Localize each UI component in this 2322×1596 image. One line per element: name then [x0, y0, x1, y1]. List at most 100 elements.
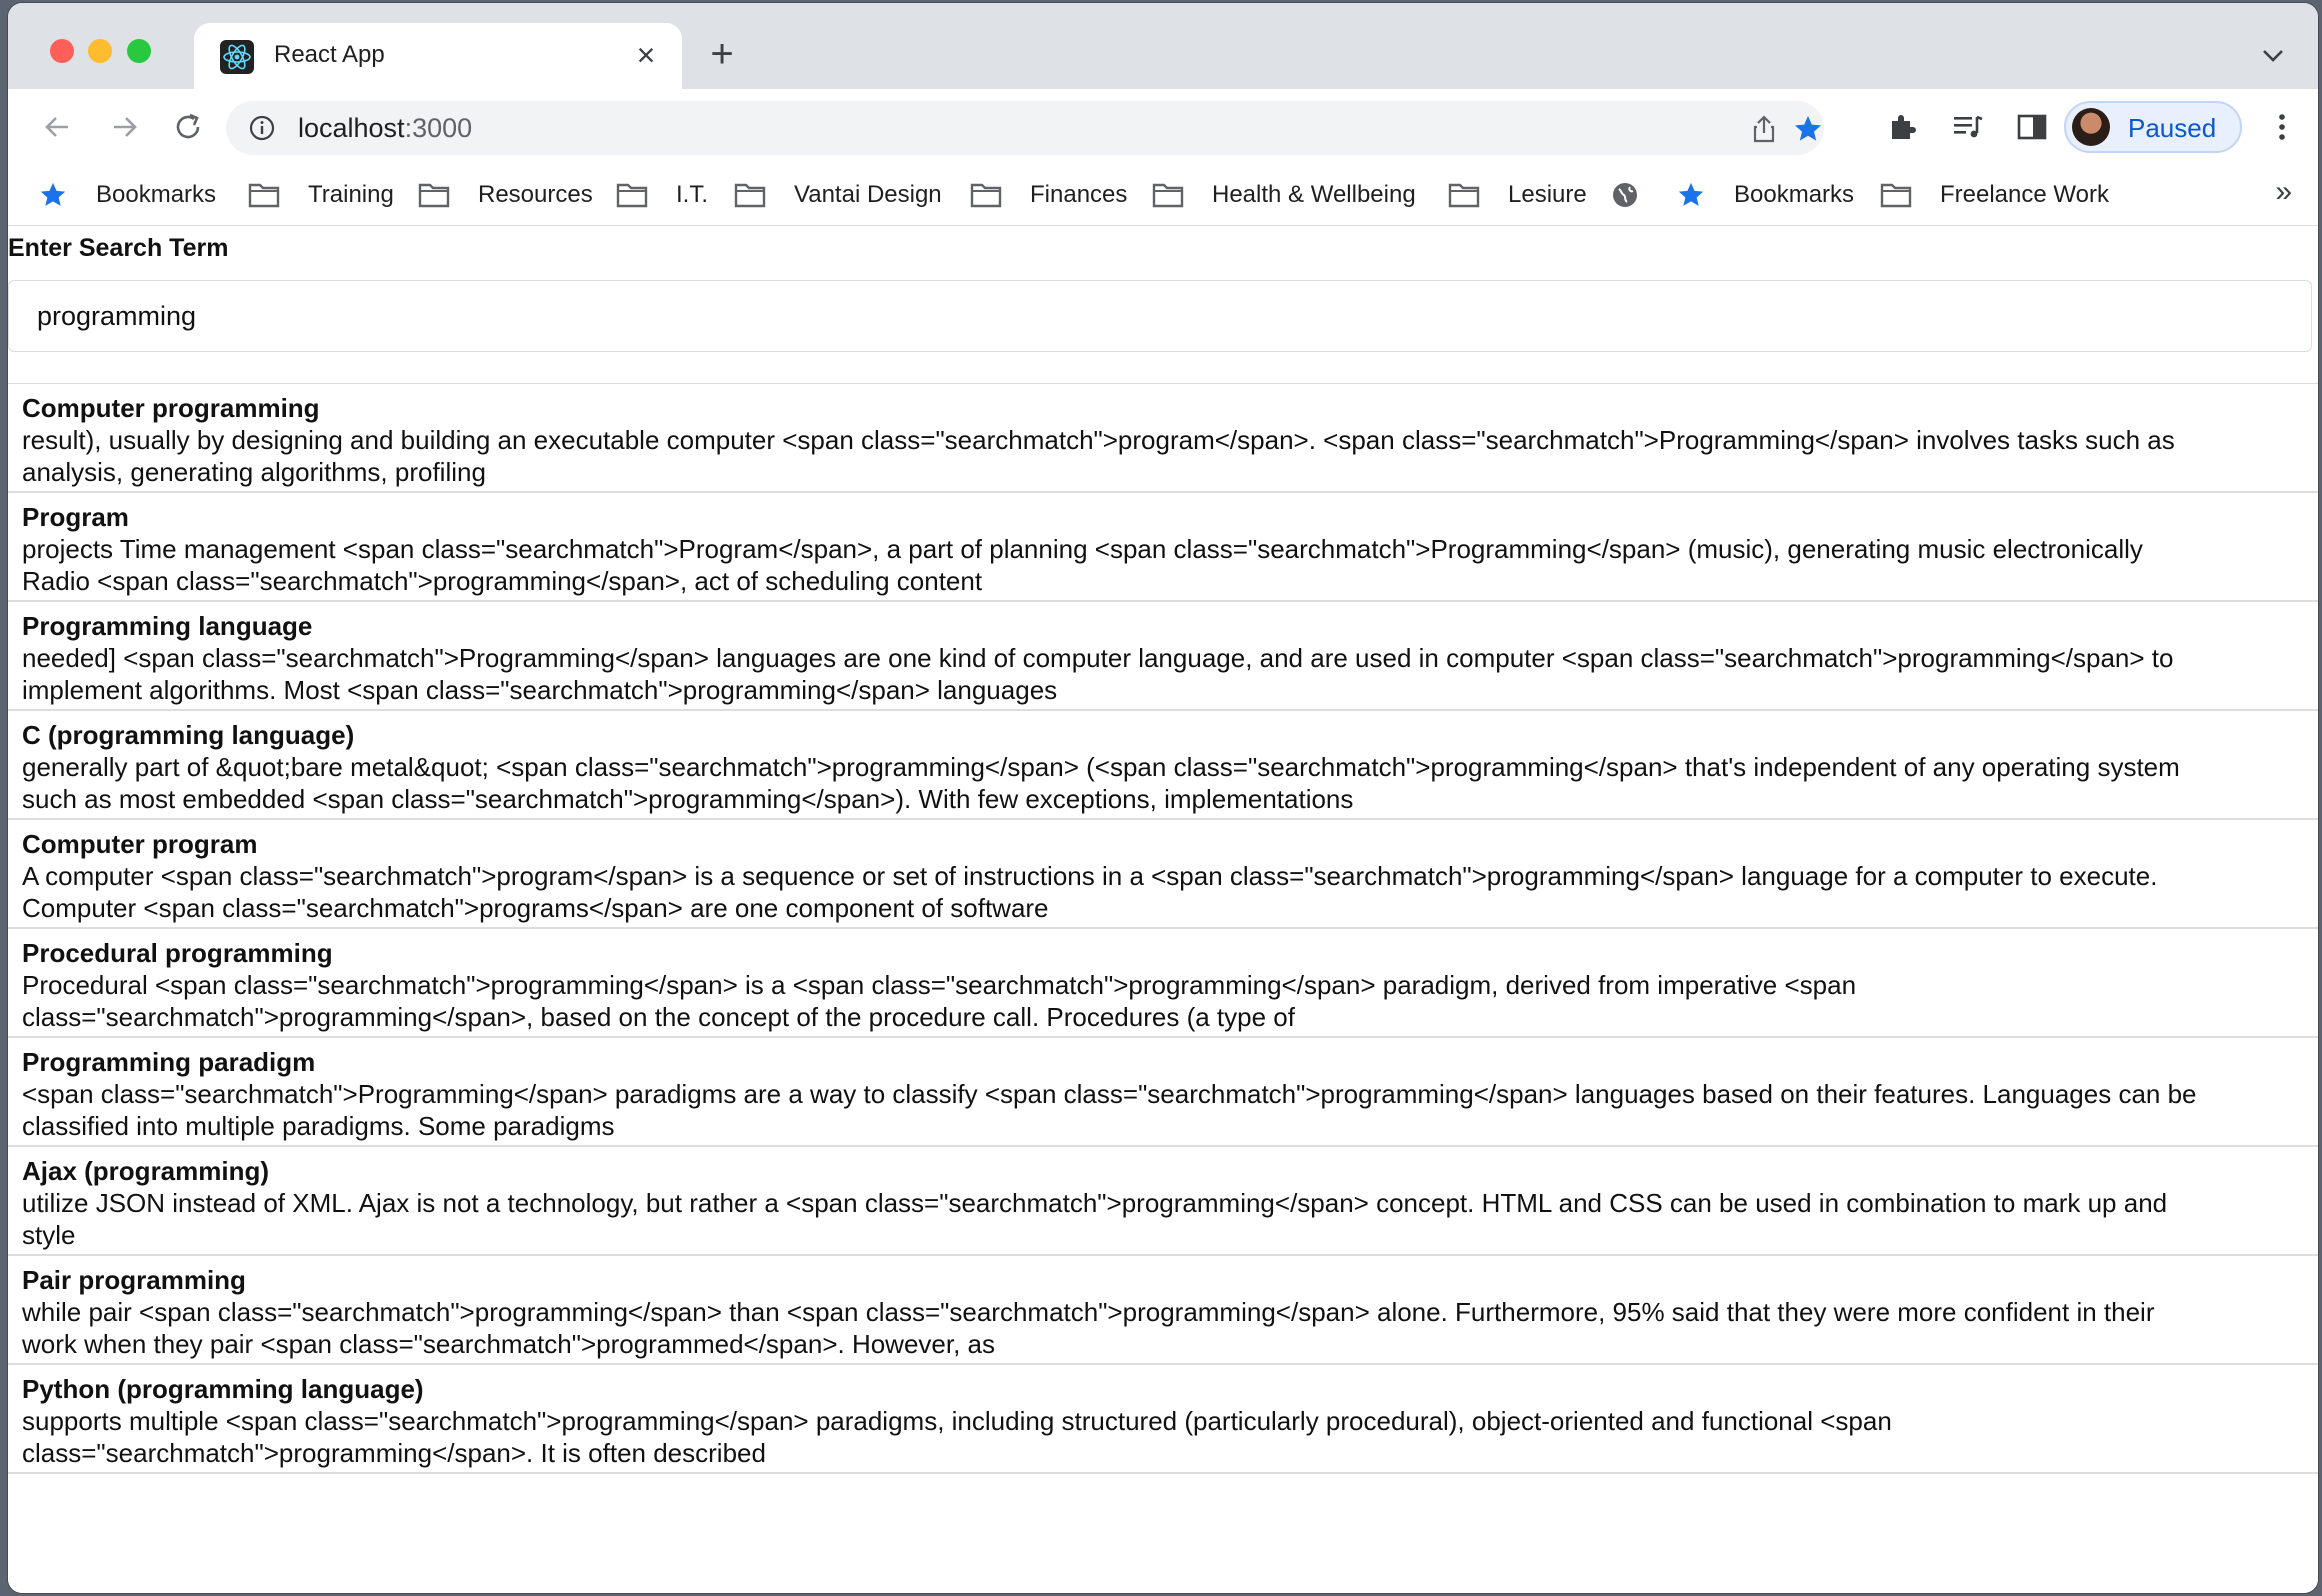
- bookmark-item[interactable]: [1610, 175, 1654, 215]
- bookmark-label: Finances: [1030, 181, 1128, 208]
- page-content: Enter Search Term Computer programmingre…: [8, 226, 2318, 1593]
- url-port: :3000: [404, 113, 473, 143]
- chevron-down-icon[interactable]: [2258, 41, 2288, 71]
- search-result[interactable]: Programming language needed] <span class=…: [8, 602, 2318, 711]
- result-snippet: utilize JSON instead of XML. Ajax is not…: [22, 1188, 2168, 1218]
- reload-icon[interactable]: [168, 107, 208, 147]
- extensions-puzzle-icon[interactable]: [1884, 109, 1920, 145]
- bookmark-item[interactable]: Freelance Work: [1880, 175, 2109, 215]
- result-snippet: implement algorithms. Most <span class="…: [22, 675, 1058, 705]
- tab-strip: React App × +: [8, 3, 2318, 91]
- bookmarks-overflow-button[interactable]: »: [2275, 175, 2292, 209]
- maximize-window-button[interactable]: [127, 39, 151, 63]
- folder-icon: [734, 181, 780, 209]
- bookmark-label: I.T.: [676, 181, 709, 208]
- search-label: Enter Search Term: [8, 234, 229, 262]
- bookmark-item[interactable]: Finances: [970, 175, 1127, 215]
- result-snippet: style: [22, 1220, 76, 1250]
- bookmark-item[interactable]: Training: [248, 175, 394, 215]
- bookmark-label: Bookmarks: [1734, 181, 1855, 208]
- tab-title: React App: [274, 41, 385, 68]
- bookmark-label: Vantai Design: [794, 181, 942, 208]
- bookmark-item[interactable]: Bookmarks: [1676, 175, 1854, 215]
- bookmark-label: Bookmarks: [96, 181, 217, 208]
- bookmark-item[interactable]: I.T.: [616, 175, 708, 215]
- side-panel-icon[interactable]: [2014, 109, 2050, 145]
- profile-button[interactable]: Paused: [2064, 101, 2242, 153]
- result-title: Pair programming: [22, 1265, 246, 1295]
- folder-icon: [616, 181, 662, 209]
- star-icon: [38, 180, 82, 210]
- search-result[interactable]: Python (programming language) supports mu…: [8, 1365, 2318, 1474]
- result-title: Programming language: [22, 611, 313, 641]
- profile-status: Paused: [2128, 113, 2217, 143]
- result-snippet: needed] <span class="searchmatch">Progra…: [22, 643, 2174, 673]
- result-title: Computer programming: [22, 393, 320, 423]
- back-arrow-icon[interactable]: [38, 107, 78, 147]
- folder-icon: [1448, 181, 1494, 209]
- media-queue-icon[interactable]: [1950, 109, 1986, 145]
- address-bar[interactable]: localhost:3000: [226, 101, 1824, 155]
- result-snippet: while pair <span class="searchmatch">pro…: [22, 1297, 2155, 1327]
- url-text: localhost:3000: [298, 113, 472, 144]
- bookmarks-bar: » Bookmarks Training Resources I.T. Vantai D…: [8, 165, 2318, 226]
- search-result[interactable]: Program projects Time management <span cl…: [8, 493, 2318, 602]
- react-logo-icon: [220, 40, 254, 74]
- result-snippet: A computer <span class="searchmatch">pro…: [22, 861, 2158, 891]
- search-result[interactable]: Programming paradigm <span class="searchm…: [8, 1038, 2318, 1147]
- share-icon[interactable]: [1748, 113, 1780, 145]
- folder-icon: [1152, 181, 1198, 209]
- result-title: C (programming language): [22, 720, 355, 750]
- bookmark-item[interactable]: Resources: [418, 175, 593, 215]
- result-snippet: such as most embedded <span class="searc…: [22, 784, 1354, 814]
- result-snippet: class="searchmatch">programming</span>. …: [22, 1438, 766, 1468]
- search-result[interactable]: Procedural programming Procedural <span c…: [8, 929, 2318, 1038]
- search-result[interactable]: C (programming language) generally part o…: [8, 711, 2318, 820]
- more-options-icon[interactable]: [2270, 109, 2294, 145]
- result-title: Programming paradigm: [22, 1047, 316, 1077]
- search-result[interactable]: Computer programming result), usually by …: [8, 384, 2318, 493]
- bookmark-label: Training: [308, 181, 394, 208]
- bookmark-item[interactable]: Lesiure: [1448, 175, 1587, 215]
- result-title: Python (programming language): [22, 1374, 424, 1404]
- result-snippet: work when they pair <span class="searchm…: [22, 1329, 996, 1359]
- bookmark-item[interactable]: Vantai Design: [734, 175, 942, 215]
- results-list: Computer programming result), usually by …: [8, 384, 2318, 1474]
- search-result[interactable]: Ajax (programming) utilize JSON instead o…: [8, 1147, 2318, 1256]
- folder-icon: [418, 181, 464, 209]
- result-title: Computer program: [22, 829, 258, 859]
- bookmark-label: Freelance Work: [1940, 181, 2109, 208]
- close-tab-icon[interactable]: ×: [628, 37, 664, 73]
- bookmark-label: Resources: [478, 181, 593, 208]
- result-title: Ajax (programming): [22, 1156, 270, 1186]
- bookmark-label: Lesiure: [1508, 181, 1587, 208]
- forward-arrow-icon[interactable]: [104, 107, 144, 147]
- tab-react-app[interactable]: React App ×: [194, 23, 682, 91]
- search-result[interactable]: Pair programming while pair <span class="…: [8, 1256, 2318, 1365]
- result-title: Procedural programming: [22, 938, 333, 968]
- bookmark-item[interactable]: Health & Wellbeing: [1152, 175, 1416, 215]
- browser-window: React App × + localhost:3000 Paused » Bo…: [8, 3, 2318, 1593]
- new-tab-icon[interactable]: +: [704, 34, 740, 74]
- result-snippet: generally part of &quot;bare metal&quot;…: [22, 752, 2180, 782]
- search-input[interactable]: [8, 280, 2312, 352]
- result-snippet: result), usually by designing and buildi…: [22, 425, 2175, 455]
- search-result[interactable]: Computer program A computer <span class="…: [8, 820, 2318, 929]
- result-snippet: <span class="searchmatch">Programming</s…: [22, 1079, 2197, 1109]
- result-snippet: Computer <span class="searchmatch">progr…: [22, 893, 1049, 923]
- result-snippet: Procedural <span class="searchmatch">pro…: [22, 970, 1857, 1000]
- bookmark-star-icon[interactable]: [1792, 113, 1824, 145]
- globe-icon: [1610, 180, 1654, 210]
- result-snippet: projects Time management <span class="se…: [22, 534, 2143, 564]
- avatar: [2072, 108, 2110, 146]
- bookmark-item[interactable]: Bookmarks: [38, 175, 216, 215]
- result-title: Program: [22, 502, 129, 532]
- result-snippet: analysis, generating algorithms, profili…: [22, 457, 486, 487]
- folder-icon: [1880, 181, 1926, 209]
- site-info-icon[interactable]: [248, 114, 276, 142]
- bookmark-label: Health & Wellbeing: [1212, 181, 1416, 208]
- url-host: localhost: [298, 113, 405, 143]
- close-window-button[interactable]: [50, 39, 74, 63]
- minimize-window-button[interactable]: [88, 39, 112, 63]
- star-icon: [1676, 180, 1720, 210]
